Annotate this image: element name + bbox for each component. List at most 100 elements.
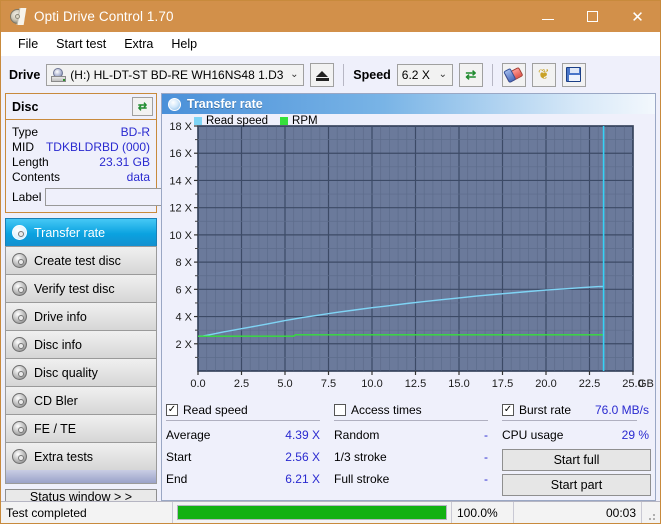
access-times-stats: Access times Random - 1/3 stroke - Full bbox=[334, 401, 502, 496]
nav-list: Transfer rate Create test disc Verify te… bbox=[5, 218, 157, 484]
app-window: Opti Drive Control 1.70 ✕ File Start tes… bbox=[0, 0, 661, 524]
stats-section: ✓ Read speed Average 4.39 X Start 2.56 X bbox=[162, 395, 655, 500]
progress-percent: 100.0% bbox=[452, 502, 514, 523]
svg-text:22.5: 22.5 bbox=[579, 378, 600, 390]
chevron-down-icon: ⌄ bbox=[438, 69, 447, 80]
maximize-button[interactable] bbox=[570, 1, 615, 32]
speed-select-value: 6.2 X bbox=[401, 67, 430, 82]
disc-test-icon bbox=[12, 393, 27, 408]
svg-text:6 X: 6 X bbox=[175, 284, 192, 296]
speed-label: Speed bbox=[353, 67, 391, 82]
minimize-button[interactable] bbox=[525, 1, 570, 32]
disc-mid-label: MID bbox=[12, 139, 34, 154]
access-times-checkbox[interactable] bbox=[334, 403, 346, 416]
burst-rate-checkbox-row[interactable]: ✓ Burst rate 76.0 MB/s bbox=[502, 401, 651, 418]
sidebar-item-create-test-disc[interactable]: Create test disc bbox=[5, 246, 157, 274]
sidebar-item-disc-info[interactable]: Disc info bbox=[5, 330, 157, 358]
sidebar-label-cd-bler: CD Bler bbox=[34, 393, 78, 408]
panel-header: Transfer rate bbox=[162, 94, 655, 114]
disc-refresh-button[interactable]: ⇄ bbox=[132, 97, 153, 116]
access-times-checkbox-row[interactable]: Access times bbox=[334, 401, 502, 418]
sidebar-item-verify-test-disc[interactable]: Verify test disc bbox=[5, 274, 157, 302]
toolbar-divider bbox=[491, 63, 493, 86]
end-label: End bbox=[166, 472, 188, 486]
settings-button[interactable]: ❦ bbox=[531, 62, 556, 87]
transfer-rate-icon bbox=[168, 97, 181, 111]
read-speed-checkbox-row[interactable]: ✓ Read speed bbox=[166, 401, 334, 418]
stat-row-average: Average 4.39 X bbox=[166, 424, 334, 446]
drive-toolbar: Drive (H:) HL-DT-ST BD-RE WH16NS48 1.D3 … bbox=[1, 56, 660, 93]
progress-bar bbox=[177, 505, 447, 520]
disc-test-icon bbox=[12, 449, 27, 464]
start-full-button[interactable]: Start full bbox=[502, 449, 651, 471]
disc-contents-label: Contents bbox=[12, 169, 61, 184]
disc-test-icon bbox=[12, 253, 27, 268]
sidebar-label-extra-tests: Extra tests bbox=[34, 449, 94, 464]
svg-text:20.0: 20.0 bbox=[535, 378, 556, 390]
save-button[interactable] bbox=[561, 62, 586, 87]
panel-title: Transfer rate bbox=[187, 97, 263, 111]
svg-text:14 X: 14 X bbox=[169, 175, 192, 187]
speed-select[interactable]: 6.2 X ⌄ bbox=[396, 63, 453, 86]
chart-area: Read speed RPM 2 X 4 X 6 X 8 X 10 X 12 X 14 X 1… bbox=[162, 114, 655, 395]
sidebar-item-cd-bler[interactable]: CD Bler bbox=[5, 386, 157, 414]
sidebar-label-transfer-rate: Transfer rate bbox=[34, 225, 106, 240]
disc-mid-value: TDKBLDRBD (000) bbox=[45, 139, 150, 154]
random-value: - bbox=[484, 428, 488, 442]
svg-text:12.5: 12.5 bbox=[405, 378, 426, 390]
start-part-button[interactable]: Start part bbox=[502, 474, 651, 496]
average-value: 4.39 X bbox=[285, 428, 320, 442]
sidebar-item-fe-te[interactable]: FE / TE bbox=[5, 414, 157, 442]
elapsed-time: 00:03 bbox=[514, 502, 642, 523]
left-sidebar: Disc ⇄ Type BD-R MID TDKBLDRBD (000) Len… bbox=[5, 93, 249, 505]
start-value: 2.56 X bbox=[285, 450, 320, 464]
sidebar-item-drive-info[interactable]: Drive info bbox=[5, 302, 157, 330]
sidebar-label-disc-quality: Disc quality bbox=[34, 365, 98, 380]
random-label: Random bbox=[334, 428, 380, 442]
svg-text:7.5: 7.5 bbox=[321, 378, 336, 390]
transfer-rate-chart: 2 X 4 X 6 X 8 X 10 X 12 X 14 X 16 X 18 X 0.0 2.5 5.… bbox=[169, 121, 654, 390]
resize-grip-icon[interactable] bbox=[642, 502, 660, 523]
burst-rate-checkbox-label: Burst rate bbox=[519, 402, 572, 417]
legend-swatch-rpm bbox=[280, 117, 289, 125]
disc-row-mid: MID TDKBLDRBD (000) bbox=[12, 139, 150, 154]
disc-type-label: Type bbox=[12, 124, 39, 139]
disc-panel-title: Disc bbox=[12, 99, 39, 114]
title-bar: Opti Drive Control 1.70 ✕ bbox=[1, 1, 660, 32]
sidebar-item-transfer-rate[interactable]: Transfer rate bbox=[5, 218, 157, 246]
optical-drive-icon bbox=[51, 67, 67, 82]
read-speed-stats: ✓ Read speed Average 4.39 X Start 2.56 X bbox=[166, 401, 334, 496]
close-button[interactable]: ✕ bbox=[615, 1, 660, 32]
menu-item-start-test[interactable]: Start test bbox=[47, 35, 115, 53]
read-speed-checkbox[interactable]: ✓ bbox=[166, 403, 178, 416]
disc-panel-header: Disc ⇄ bbox=[6, 94, 156, 120]
eject-button[interactable] bbox=[310, 62, 335, 87]
burst-rate-value: 76.0 MB/s bbox=[594, 402, 649, 417]
menu-item-file[interactable]: File bbox=[9, 35, 47, 53]
third-stroke-label: 1/3 stroke bbox=[334, 450, 387, 464]
sidebar-item-extra-tests[interactable]: Extra tests bbox=[5, 442, 157, 470]
third-stroke-value: - bbox=[484, 450, 488, 464]
clear-button[interactable] bbox=[501, 62, 526, 87]
svg-text:15.0: 15.0 bbox=[448, 378, 469, 390]
right-content: Transfer rate Read speed RPM 2 X 4 X 6 X 8 … bbox=[161, 93, 656, 501]
eject-icon bbox=[316, 70, 329, 77]
burst-rate-checkbox[interactable]: ✓ bbox=[502, 403, 514, 416]
svg-text:12 X: 12 X bbox=[169, 203, 192, 215]
legend-label-rpm: RPM bbox=[292, 115, 318, 127]
status-bar: Test completed 100.0% 00:03 bbox=[1, 501, 660, 523]
menu-item-extra[interactable]: Extra bbox=[115, 35, 162, 53]
sidebar-item-disc-quality[interactable]: Disc quality bbox=[5, 358, 157, 386]
disc-test-icon bbox=[12, 309, 27, 324]
svg-text:10.0: 10.0 bbox=[361, 378, 382, 390]
disc-label-caption: Label bbox=[12, 190, 42, 204]
read-speed-checkbox-label: Read speed bbox=[183, 402, 248, 417]
window-controls: ✕ bbox=[525, 1, 660, 32]
menu-item-help[interactable]: Help bbox=[162, 35, 206, 53]
burst-rate-stats: ✓ Burst rate 76.0 MB/s CPU usage 29 % St… bbox=[502, 401, 651, 496]
main-body: Disc ⇄ Type BD-R MID TDKBLDRBD (000) Len… bbox=[1, 93, 660, 505]
stat-row-random: Random - bbox=[334, 424, 502, 446]
refresh-button[interactable]: ⇄ bbox=[458, 62, 483, 87]
svg-text:5.0: 5.0 bbox=[277, 378, 292, 390]
drive-select[interactable]: (H:) HL-DT-ST BD-RE WH16NS48 1.D3 ⌄ bbox=[46, 63, 305, 86]
